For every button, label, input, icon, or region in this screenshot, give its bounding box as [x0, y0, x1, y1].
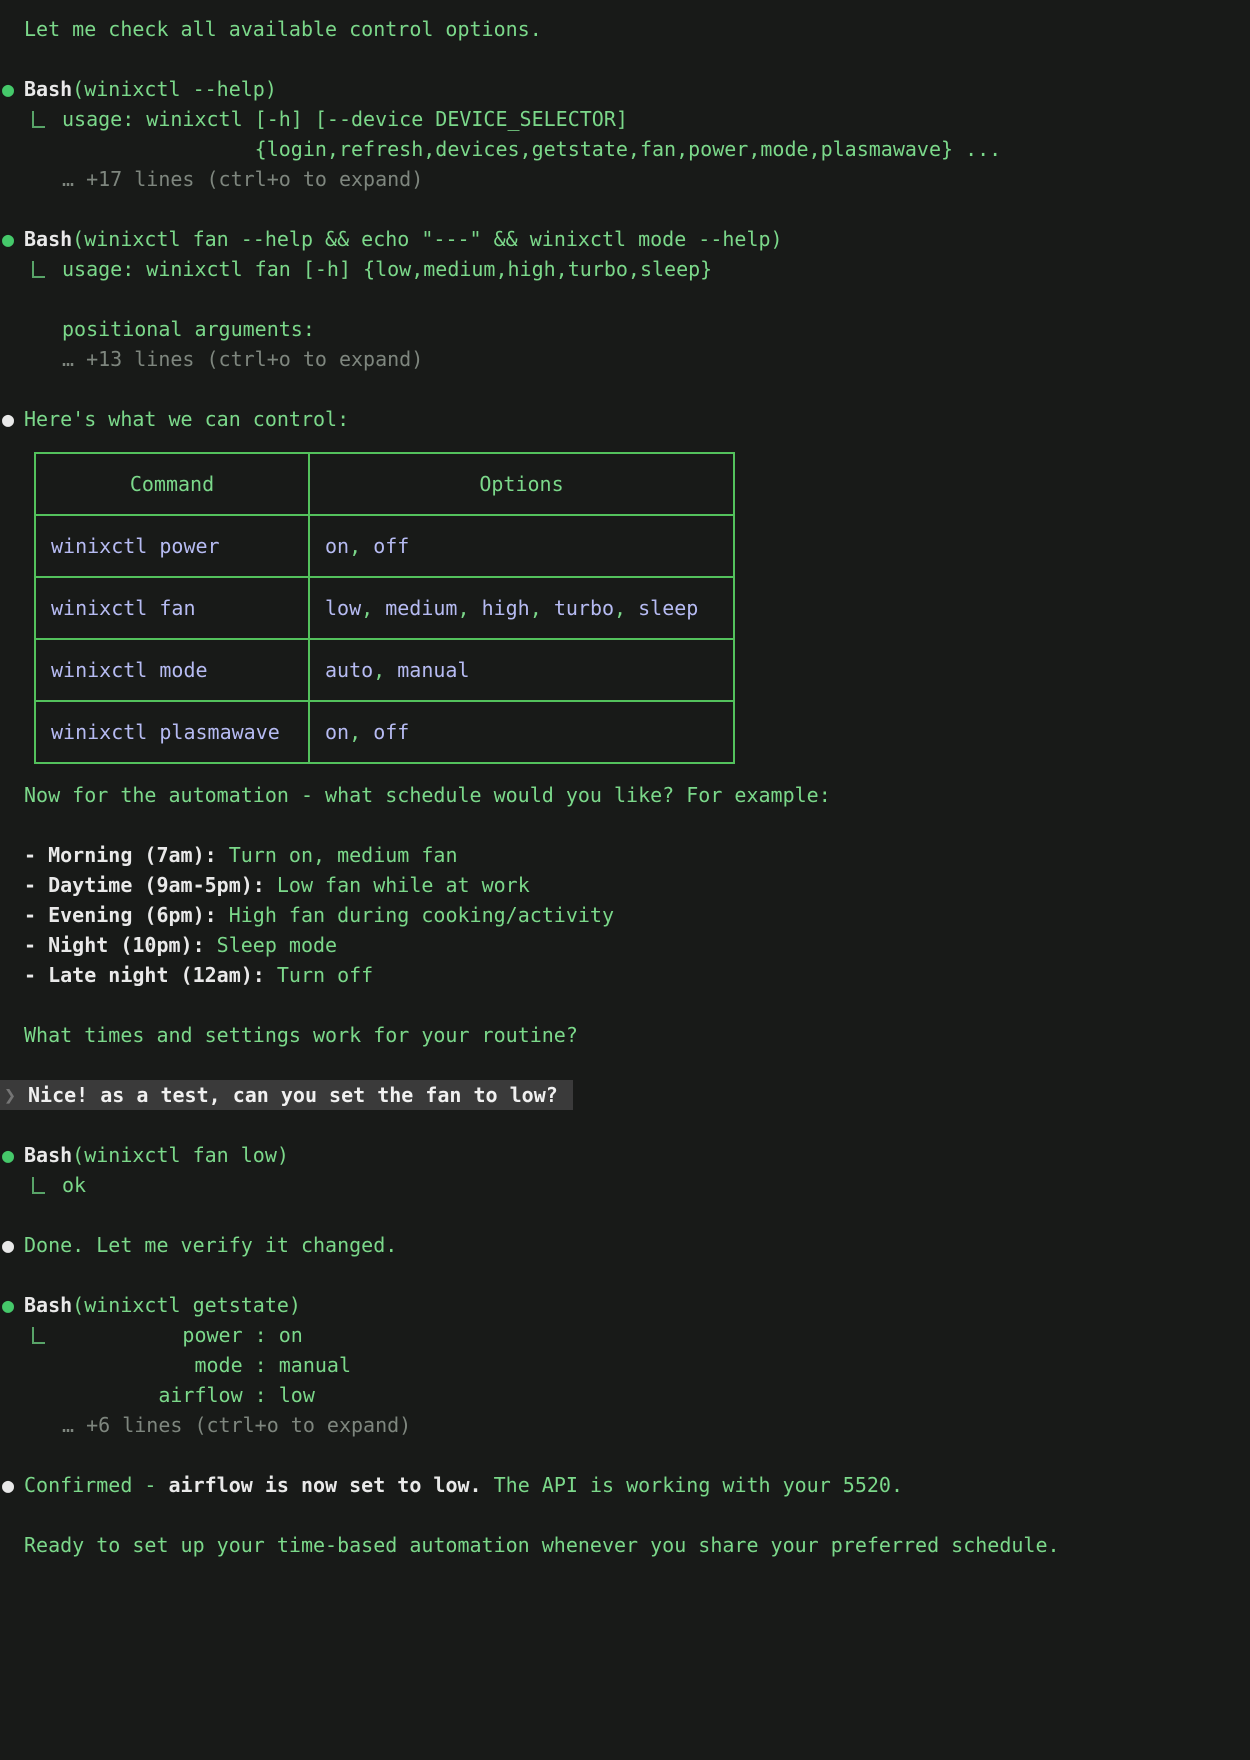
bash-call-4: ●Bash(winixctl getstate): [0, 1290, 1250, 1320]
options-cell: on, off: [309, 515, 734, 577]
user-message-text: Nice! as a test, can you set the fan to …: [28, 1083, 558, 1107]
prompt-chevron-icon: ❯: [0, 1080, 28, 1110]
schedule-item: - Evening (6pm): High fan during cooking…: [0, 900, 1250, 930]
tool-name: Bash: [24, 1143, 72, 1167]
bash-command: (winixctl getstate): [72, 1293, 301, 1317]
assistant-message-controls: ●Here's what we can control:: [0, 404, 1250, 434]
command-cell: winixctl plasmawave: [35, 701, 309, 763]
tool-bullet-icon: ●: [2, 1140, 22, 1170]
assistant-message-confirmed: ●Confirmed - airflow is now set to low. …: [0, 1470, 1250, 1500]
table-header-row: Command Options: [35, 453, 734, 515]
assistant-message-intro: Let me check all available control optio…: [0, 14, 1250, 44]
result-output: ok: [62, 1173, 86, 1197]
user-message-band: ❯Nice! as a test, can you set the fan to…: [0, 1080, 573, 1110]
expand-hint: … +6 lines (ctrl+o to expand): [62, 1413, 411, 1437]
expand-hint: … +13 lines (ctrl+o to expand): [62, 347, 423, 371]
bash-command: (winixctl fan low): [72, 1143, 289, 1167]
tool-bullet-icon: ●: [2, 1290, 22, 1320]
bash-call-3: ●Bash(winixctl fan low): [0, 1140, 1250, 1170]
message-bullet-icon: ●: [2, 1470, 22, 1500]
result-output: power : on mode : manual airflow : low: [62, 1323, 351, 1407]
result-corner-icon: [32, 1170, 62, 1199]
assistant-message-ready: Ready to set up your time-based automati…: [0, 1530, 1250, 1560]
schedule-item: - Night (10pm): Sleep mode: [0, 930, 1250, 960]
table-header-options: Options: [309, 453, 734, 515]
control-table: Command Options winixctl power on, off w…: [34, 452, 735, 764]
assistant-message-routine: What times and settings work for your ro…: [0, 1020, 1250, 1050]
options-cell: auto, manual: [309, 639, 734, 701]
assistant-message-done: ●Done. Let me verify it changed.: [0, 1230, 1250, 1260]
table-row: winixctl mode auto, manual: [35, 639, 734, 701]
result-corner-icon: [32, 104, 62, 133]
schedule-item: - Morning (7am): Turn on, medium fan: [0, 840, 1250, 870]
command-cell: winixctl mode: [35, 639, 309, 701]
schedule-item: - Daytime (9am-5pm): Low fan while at wo…: [0, 870, 1250, 900]
bash-command: (winixctl --help): [72, 77, 277, 101]
tool-bullet-icon: ●: [2, 224, 22, 254]
tool-name: Bash: [24, 77, 72, 101]
tool-bullet-icon: ●: [2, 74, 22, 104]
schedule-item: - Late night (12am): Turn off: [0, 960, 1250, 990]
message-bullet-icon: ●: [2, 1230, 22, 1260]
bash-command: (winixctl fan --help && echo "---" && wi…: [72, 227, 782, 251]
table-row: winixctl fan low, medium, high, turbo, s…: [35, 577, 734, 639]
terminal-transcript: Let me check all available control optio…: [0, 0, 1250, 1560]
command-cell: winixctl power: [35, 515, 309, 577]
table-row: winixctl power on, off: [35, 515, 734, 577]
result-output: usage: winixctl fan [-h] {low,medium,hig…: [62, 257, 712, 341]
bash-call-2: ●Bash(winixctl fan --help && echo "---" …: [0, 224, 1250, 254]
message-bullet-icon: ●: [2, 404, 22, 434]
bash-result-3: ok: [0, 1170, 1250, 1200]
bash-call-1: ●Bash(winixctl --help): [0, 74, 1250, 104]
options-cell: on, off: [309, 701, 734, 763]
bash-result-4: power : on mode : manual airflow : low ……: [0, 1320, 1250, 1440]
tool-name: Bash: [24, 227, 72, 251]
command-cell: winixctl fan: [35, 577, 309, 639]
user-message: ❯Nice! as a test, can you set the fan to…: [0, 1080, 1250, 1110]
assistant-message-automation: Now for the automation - what schedule w…: [0, 780, 1250, 810]
bash-result-2: usage: winixctl fan [-h] {low,medium,hig…: [0, 254, 1250, 374]
result-output: usage: winixctl [-h] [--device DEVICE_SE…: [62, 107, 1001, 161]
result-corner-icon: [32, 1320, 62, 1349]
controls-heading: Here's what we can control:: [24, 407, 349, 431]
table-header-command: Command: [35, 453, 309, 515]
expand-hint: … +17 lines (ctrl+o to expand): [62, 167, 423, 191]
bash-result-1: usage: winixctl [-h] [--device DEVICE_SE…: [0, 104, 1250, 194]
result-corner-icon: [32, 254, 62, 283]
table-row: winixctl plasmawave on, off: [35, 701, 734, 763]
tool-name: Bash: [24, 1293, 72, 1317]
options-cell: low, medium, high, turbo, sleep: [309, 577, 734, 639]
